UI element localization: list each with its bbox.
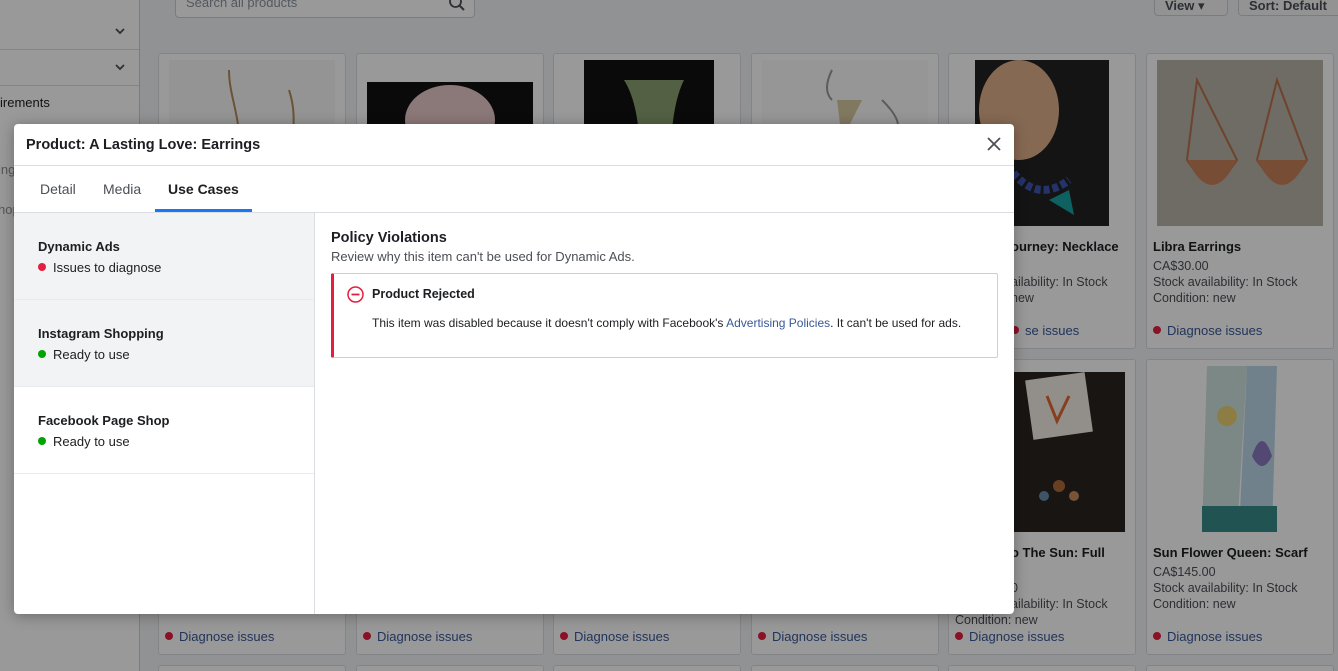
use-case-instagram-shopping[interactable]: Instagram Shopping Ready to use [14,300,314,387]
status-dot-icon [38,263,46,271]
product-modal: Product: A Lasting Love: Earrings Detail… [14,124,1014,614]
use-case-name: Facebook Page Shop [38,413,170,428]
alert-title: Product Rejected [372,287,475,301]
advertising-policies-link[interactable]: Advertising Policies [726,316,830,330]
modal-tabs: Detail Media Use Cases [14,166,1014,213]
use-case-name: Dynamic Ads [38,239,120,254]
policy-violations-title: Policy Violations [331,230,447,246]
alert-body: This item was disabled because it doesn'… [372,316,962,330]
use-case-facebook-page-shop[interactable]: Facebook Page Shop Ready to use [14,387,314,474]
tab-use-cases[interactable]: Use Cases [168,181,239,197]
use-case-status: Issues to diagnose [38,260,161,275]
policy-violations-subtitle: Review why this item can't be used for D… [331,249,635,264]
use-case-list: Dynamic Ads Issues to diagnose Instagram… [14,213,315,614]
tab-media[interactable]: Media [103,181,141,197]
tab-detail[interactable]: Detail [40,181,76,197]
product-rejected-alert: Product Rejected This item was disabled … [331,273,998,358]
close-icon[interactable] [986,136,1002,152]
active-tab-indicator [155,209,252,212]
modal-title: Product: A Lasting Love: Earrings [26,137,261,153]
status-dot-icon [38,350,46,358]
status-dot-icon [38,437,46,445]
use-case-name: Instagram Shopping [38,326,164,341]
use-case-status: Ready to use [38,434,130,449]
modal-header: Product: A Lasting Love: Earrings [14,124,1014,166]
rejected-icon [347,286,364,303]
use-case-status: Ready to use [38,347,130,362]
use-case-dynamic-ads[interactable]: Dynamic Ads Issues to diagnose [14,213,314,300]
